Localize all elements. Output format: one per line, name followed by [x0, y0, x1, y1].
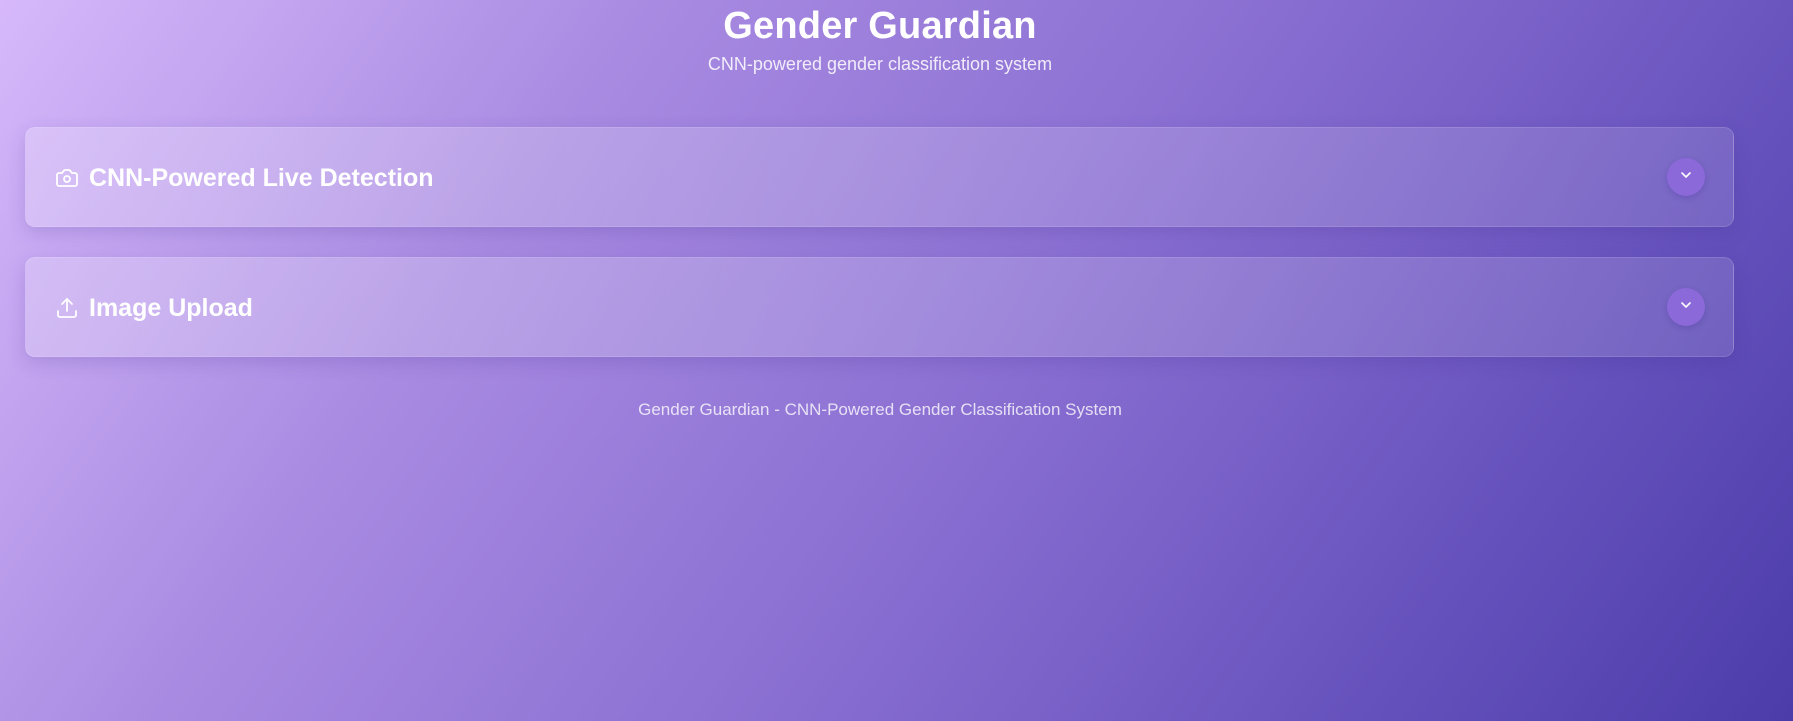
image-upload-expand-button[interactable] [1667, 288, 1705, 326]
page-title: Gender Guardian [723, 5, 1037, 47]
upload-icon [55, 296, 79, 320]
image-upload-panel-header[interactable]: Image Upload [55, 258, 253, 358]
image-upload-panel[interactable]: Image Upload [25, 257, 1734, 357]
footer-text: Gender Guardian - CNN-Powered Gender Cla… [638, 400, 1122, 419]
page-header: Gender Guardian CNN-powered gender class… [0, 0, 1760, 75]
live-detection-expand-button[interactable] [1667, 158, 1705, 196]
chevron-down-icon [1678, 167, 1694, 188]
image-upload-title: Image Upload [89, 293, 253, 322]
live-detection-title: CNN-Powered Live Detection [89, 163, 434, 192]
page-subtitle: CNN-powered gender classification system [707, 53, 1053, 74]
live-detection-panel[interactable]: CNN-Powered Live Detection [25, 127, 1734, 227]
chevron-down-icon [1678, 297, 1694, 318]
live-detection-panel-header[interactable]: CNN-Powered Live Detection [55, 128, 434, 228]
camera-icon [55, 166, 79, 190]
